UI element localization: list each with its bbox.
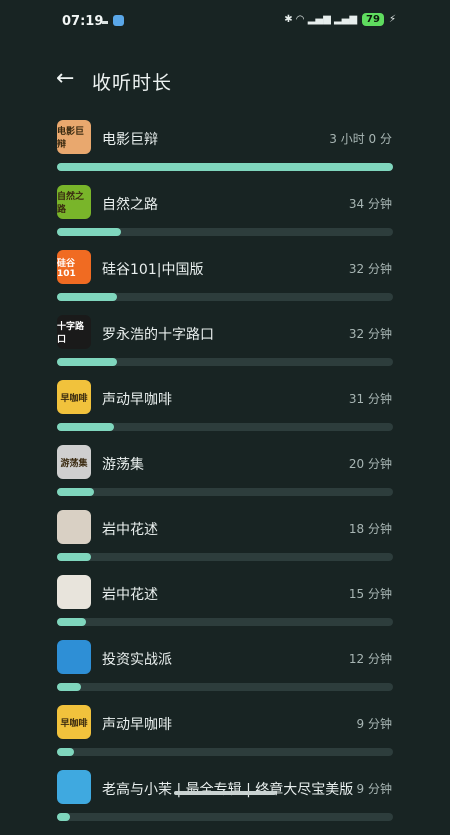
duration-bar-track	[57, 293, 393, 301]
list-item[interactable]: 早咖啡 声动早咖啡 31 分钟	[0, 380, 450, 445]
cover-logo-text: 早咖啡	[60, 718, 88, 729]
duration-bar-track	[57, 423, 393, 431]
list-item[interactable]: 岩中花述 15 分钟	[0, 575, 450, 640]
left-arrow-icon[interactable]: ←	[56, 68, 78, 90]
signal-icons: ✱ ◠ ▂▄▆ ▂▄▆	[284, 14, 358, 25]
podcast-title: 游荡集	[102, 457, 144, 473]
podcast-title: 声动早咖啡	[102, 717, 172, 733]
status-time: 07:19	[62, 14, 104, 29]
duration-bar-fill	[57, 228, 121, 236]
list-item[interactable]: 游荡集 游荡集 20 分钟	[0, 445, 450, 510]
podcast-title: 投资实战派	[102, 652, 172, 668]
podcast-cover-image: 电影巨辩	[57, 120, 91, 154]
listening-duration: 3 小时 0 分	[329, 132, 392, 146]
podcast-cover-image: 早咖啡	[57, 380, 91, 414]
duration-bar-fill	[57, 748, 74, 756]
listening-duration: 31 分钟	[348, 392, 392, 406]
podcast-cover-image: 早咖啡	[57, 705, 91, 739]
podcast-title: 自然之路	[102, 197, 158, 213]
status-notification-icons	[102, 15, 124, 26]
podcast-title: 老高与小茉 | 最全专辑 | 终章大尽宝美版	[102, 782, 354, 798]
duration-bar-track	[57, 618, 393, 626]
charging-icon: ⚡	[388, 14, 396, 25]
app-notification-icon	[113, 15, 124, 26]
listening-duration: 32 分钟	[348, 262, 392, 276]
listening-duration: 15 分钟	[348, 587, 392, 601]
duration-bar-track	[57, 748, 393, 756]
duration-bar-fill	[57, 163, 393, 171]
podcast-cover-image	[57, 575, 91, 609]
podcast-title: 岩中花述	[102, 522, 158, 538]
duration-bar-fill	[57, 813, 71, 821]
podcast-title: 罗永浩的十字路口	[102, 327, 214, 343]
podcast-cover-image: 自然之路	[57, 185, 91, 219]
podcast-cover-image: 硅谷101	[57, 250, 91, 284]
sim-icon	[102, 20, 108, 24]
duration-bar-track	[57, 813, 393, 821]
status-right-icons: ✱ ◠ ▂▄▆ ▂▄▆ 79 ⚡	[284, 13, 396, 26]
podcast-title: 岩中花述	[102, 587, 158, 603]
duration-bar-track	[57, 228, 393, 236]
list-item[interactable]: 自然之路 自然之路 34 分钟	[0, 185, 450, 250]
listening-duration: 9 分钟	[356, 717, 392, 731]
duration-bar-fill	[57, 358, 118, 366]
cover-logo-text: 自然之路	[57, 192, 85, 215]
podcast-cover-image: 游荡集	[57, 445, 91, 479]
podcast-cover-image	[57, 640, 91, 674]
listening-duration: 18 分钟	[348, 522, 392, 536]
podcast-cover-image	[57, 510, 91, 544]
podcast-title: 电影巨辩	[102, 132, 158, 148]
list-item[interactable]: 投资实战派 12 分钟	[0, 640, 450, 705]
listening-duration: 9 分钟	[356, 782, 392, 796]
list-item[interactable]: 硅谷101 硅谷101|中国版 32 分钟	[0, 250, 450, 315]
duration-bar-track	[57, 553, 393, 561]
duration-bar-fill	[57, 553, 91, 561]
duration-bar-fill	[57, 293, 118, 301]
cover-logo-text: 游荡集	[60, 458, 88, 469]
list-item[interactable]: 十字路口 罗永浩的十字路口 32 分钟	[0, 315, 450, 380]
list-item[interactable]: 电影巨辩 电影巨辩 3 小时 0 分	[0, 120, 450, 185]
podcast-title: 硅谷101|中国版	[102, 262, 204, 278]
duration-bar-track	[57, 683, 393, 691]
duration-bar-track	[57, 488, 393, 496]
page-title: 收听时长	[92, 72, 173, 94]
status-bar: 07:19 ✱ ◠ ▂▄▆ ▂▄▆ 79 ⚡	[0, 0, 450, 44]
cover-logo-text: 硅谷101	[57, 258, 76, 279]
page-header: ← 收听时长	[0, 56, 450, 106]
home-indicator[interactable]	[174, 791, 276, 795]
podcast-cover-image	[57, 770, 91, 804]
list-item[interactable]: 早咖啡 声动早咖啡 9 分钟	[0, 705, 450, 770]
podcast-title: 声动早咖啡	[102, 392, 172, 408]
duration-bar-fill	[57, 683, 81, 691]
duration-bar-track	[57, 163, 393, 171]
duration-bar-fill	[57, 618, 86, 626]
battery-icon: 79	[362, 13, 384, 26]
listening-duration: 12 分钟	[348, 652, 392, 666]
listening-duration: 32 分钟	[348, 327, 392, 341]
duration-bar-track	[57, 358, 393, 366]
list-item[interactable]: 岩中花述 18 分钟	[0, 510, 450, 575]
listening-duration: 20 分钟	[348, 457, 392, 471]
cover-logo-text: 电影巨辩	[57, 127, 85, 150]
duration-bar-fill	[57, 423, 115, 431]
cover-logo-text: 早咖啡	[60, 393, 88, 404]
duration-bar-fill	[57, 488, 94, 496]
cover-logo-text: 十字路口	[57, 322, 85, 345]
list-item[interactable]: 老高与小茉 | 最全专辑 | 终章大尽宝美版 9 分钟	[0, 770, 450, 835]
listening-duration: 34 分钟	[348, 197, 392, 211]
podcast-cover-image: 十字路口	[57, 315, 91, 349]
